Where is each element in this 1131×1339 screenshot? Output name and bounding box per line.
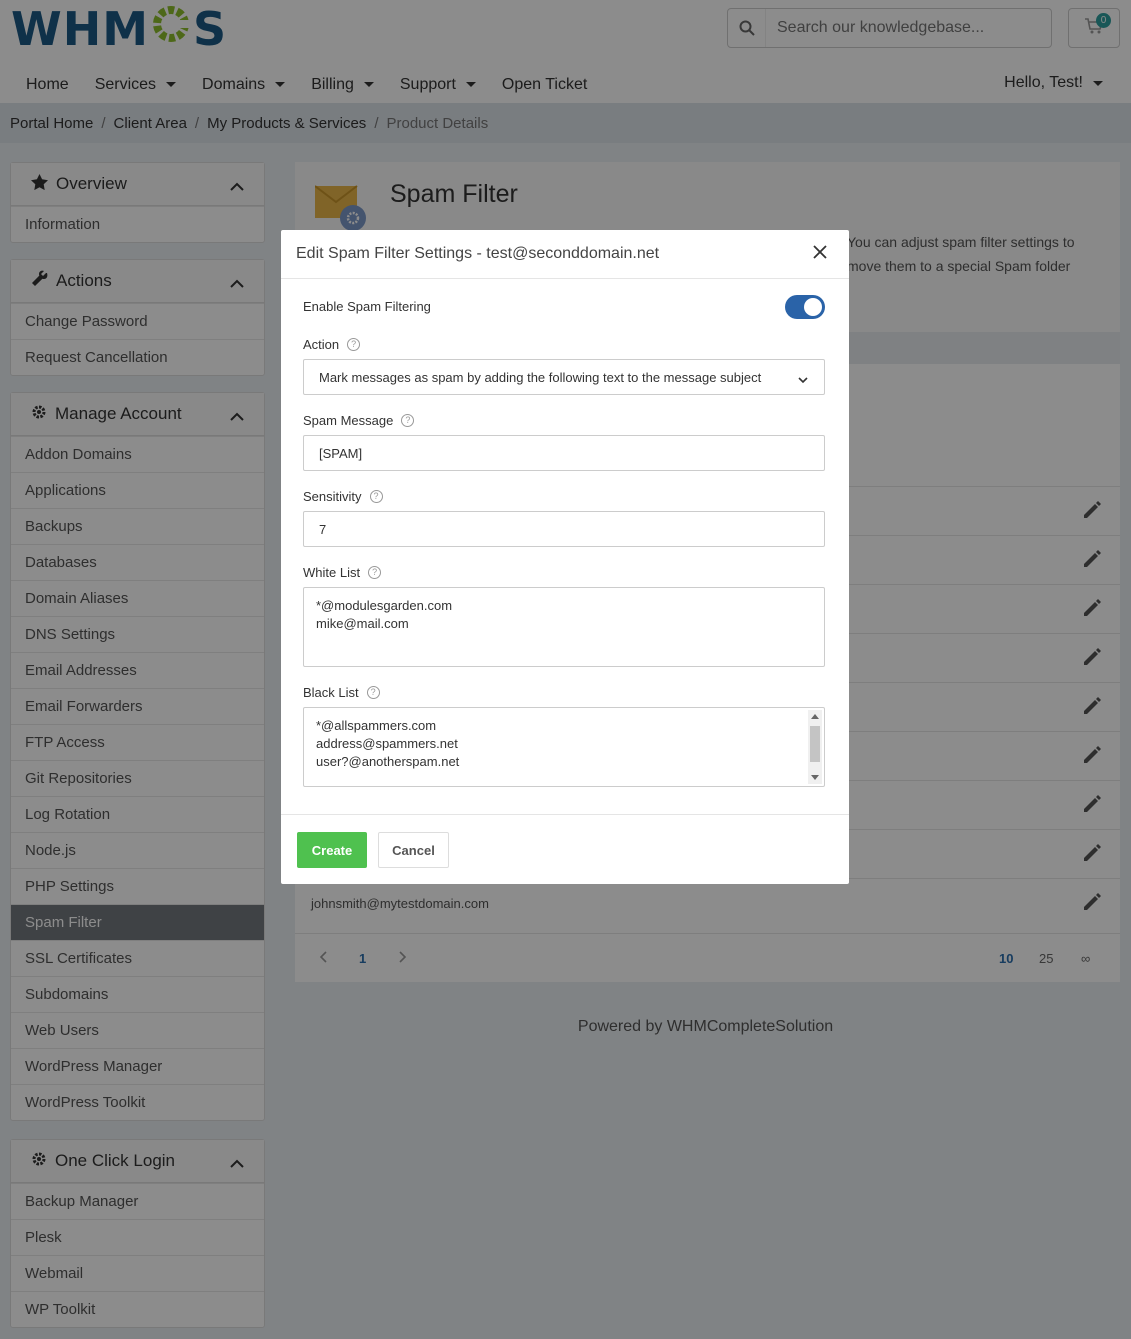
create-button[interactable]: Create <box>297 832 367 868</box>
toggle-knob <box>804 298 822 316</box>
sensitivity-input[interactable]: 7 <box>303 511 825 547</box>
whitelist-entry: mike@mail.com <box>316 616 409 631</box>
scroll-up-arrow-icon[interactable] <box>811 714 819 719</box>
enable-spam-toggle[interactable] <box>785 295 825 319</box>
whitelist-textarea[interactable]: *@modulesgarden.com mike@mail.com <box>303 587 825 667</box>
cancel-button[interactable]: Cancel <box>378 832 449 868</box>
scroll-down-arrow-icon[interactable] <box>811 775 819 780</box>
textarea-scrollbar[interactable] <box>808 710 822 784</box>
help-icon[interactable]: ? <box>368 566 382 579</box>
modal-footer: Create Cancel <box>281 814 849 884</box>
modal-header: Edit Spam Filter Settings - test@secondd… <box>281 230 849 279</box>
help-icon[interactable]: ? <box>401 414 415 427</box>
close-icon[interactable] <box>813 245 827 264</box>
scroll-thumb[interactable] <box>810 726 820 762</box>
sensitivity-label: Sensitivity? <box>303 489 383 504</box>
spam-message-input[interactable]: [SPAM] <box>303 435 825 471</box>
whitelist-label: White List? <box>303 565 382 580</box>
modal-title: Edit Spam Filter Settings - test@secondd… <box>296 245 660 262</box>
help-icon[interactable]: ? <box>366 686 380 699</box>
help-icon[interactable]: ? <box>347 338 361 351</box>
spam-message-label: Spam Message? <box>303 413 415 428</box>
action-select[interactable]: Mark messages as spam by adding the foll… <box>303 359 825 395</box>
blacklist-label: Black List? <box>303 685 380 700</box>
help-icon[interactable]: ? <box>369 490 383 503</box>
edit-spam-filter-modal: Edit Spam Filter Settings - test@secondd… <box>281 230 849 884</box>
blacklist-entry: user?@anotherspam.net <box>316 754 460 769</box>
action-selected-value: Mark messages as spam by adding the foll… <box>319 369 762 385</box>
action-label: Action? <box>303 337 361 352</box>
chevron-down-icon <box>798 372 808 387</box>
enable-spam-label: Enable Spam Filtering <box>303 299 431 314</box>
blacklist-entry: *@allspammers.com <box>316 718 437 733</box>
blacklist-textarea[interactable]: *@allspammers.com address@spammers.net u… <box>303 707 825 787</box>
blacklist-entry: address@spammers.net <box>316 736 458 751</box>
whitelist-entry: *@modulesgarden.com <box>316 598 453 613</box>
